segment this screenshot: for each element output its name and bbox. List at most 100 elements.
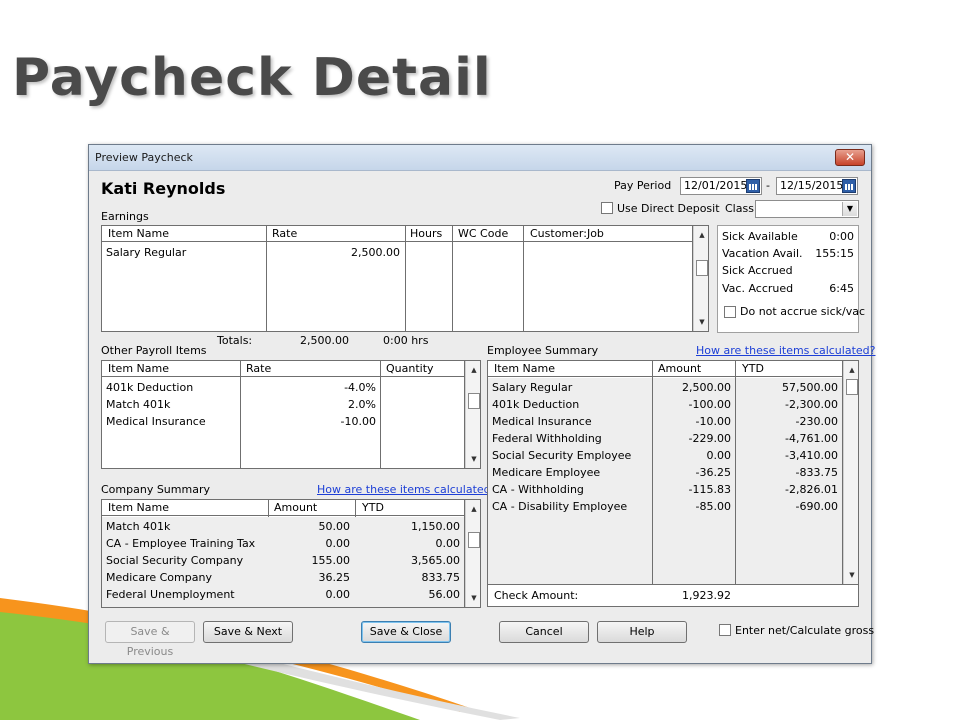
pay-period-to-value: 12/15/2015: [780, 179, 844, 192]
company-summary-scrollbar[interactable]: ▲ ▼: [465, 500, 480, 607]
employee-summary-amount: -229.00: [688, 432, 731, 445]
other-payroll-scrollbar[interactable]: ▲ ▼: [465, 361, 480, 468]
company-summary-item: Social Security Company: [106, 554, 244, 567]
no-accrue-label: Do not accrue sick/vac: [740, 305, 866, 318]
company-summary-ytd: 3,565.00: [411, 554, 460, 567]
sick-accrued-label: Sick Accrued: [722, 264, 793, 277]
vac-accrued-label: Vac. Accrued: [722, 282, 794, 295]
company-summary-table: Item Name Amount YTD Match 401k 50.00 1,…: [101, 499, 481, 608]
pay-period-separator: -: [766, 179, 770, 192]
employee-summary-ytd: -2,826.01: [785, 483, 838, 496]
vac-accrued-value: 6:45: [829, 282, 854, 295]
company-summary-calc-link[interactable]: How are these items calculated?: [317, 483, 496, 496]
employee-summary-ytd: -4,761.00: [785, 432, 838, 445]
earnings-rate[interactable]: 2,500.00: [270, 244, 400, 261]
other-payroll-item[interactable]: Medical Insurance: [106, 413, 238, 430]
company-summary-col-item-name: Item Name: [108, 501, 169, 514]
other-payroll-col-rate: Rate: [246, 362, 272, 375]
earnings-col-rate: Rate: [272, 227, 298, 240]
calendar-icon[interactable]: [746, 179, 760, 193]
earnings-totals-amount: 2,500.00: [300, 334, 349, 347]
employee-summary-header-row: Item Name Amount YTD: [488, 361, 858, 377]
sick-accrued-value: [798, 262, 854, 279]
employee-summary-amount: -36.25: [695, 466, 731, 479]
close-button[interactable]: ✕: [835, 149, 865, 166]
scroll-up-icon[interactable]: ▲: [844, 363, 858, 377]
earnings-col-hours: Hours: [410, 227, 443, 240]
no-accrue-checkbox[interactable]: [724, 306, 736, 318]
other-payroll-rate[interactable]: 2.0%: [244, 396, 376, 413]
save-next-button[interactable]: Save & Next: [203, 621, 293, 643]
scroll-down-icon[interactable]: ▼: [466, 452, 480, 466]
vacation-available-label: Vacation Avail.: [722, 247, 803, 260]
other-payroll-item[interactable]: Match 401k: [106, 396, 238, 413]
employee-summary-item: 401k Deduction: [492, 398, 580, 411]
earnings-scrollbar[interactable]: ▲ ▼: [693, 226, 708, 331]
scroll-up-icon[interactable]: ▲: [466, 363, 480, 377]
earnings-totals-label: Totals:: [217, 334, 253, 347]
company-summary-section-label: Company Summary: [101, 483, 210, 496]
employee-summary-calc-link[interactable]: How are these items calculated?: [696, 344, 875, 357]
employee-summary-item: Federal Withholding: [492, 432, 602, 445]
class-label: Class: [725, 202, 754, 215]
earnings-col-customer-job: Customer:Job: [530, 227, 604, 240]
company-summary-ytd: 833.75: [421, 571, 461, 584]
company-summary-ytd: 0.00: [435, 537, 461, 550]
scroll-up-icon[interactable]: ▲: [466, 502, 480, 516]
save-close-button[interactable]: Save & Close: [361, 621, 451, 643]
direct-deposit-checkbox[interactable]: [601, 202, 613, 214]
check-amount-label: Check Amount:: [494, 589, 579, 602]
other-payroll-rate[interactable]: -4.0%: [244, 379, 376, 396]
chevron-down-icon[interactable]: ▼: [842, 202, 857, 216]
other-payroll-item[interactable]: 401k Deduction: [106, 379, 238, 396]
calendar-icon[interactable]: [842, 179, 856, 193]
scroll-down-icon[interactable]: ▼: [844, 568, 858, 582]
company-summary-amount: 36.25: [318, 571, 351, 584]
scroll-thumb[interactable]: [468, 532, 480, 548]
earnings-col-item-name: Item Name: [108, 227, 169, 240]
earnings-item[interactable]: Salary Regular: [106, 244, 264, 261]
company-summary-amount: 0.00: [325, 537, 351, 550]
employee-name: Kati Reynolds: [101, 179, 226, 198]
other-payroll-col-quantity: Quantity: [386, 362, 434, 375]
employee-summary-amount: -10.00: [695, 415, 731, 428]
save-previous-button[interactable]: Save & Previous: [105, 621, 195, 658]
pay-period-to-input[interactable]: 12/15/2015: [776, 177, 858, 195]
employee-summary-col-ytd: YTD: [742, 362, 764, 375]
scroll-thumb[interactable]: [468, 393, 480, 409]
check-amount-row: Check Amount: 1,923.92: [488, 584, 858, 606]
preview-paycheck-window: Preview Paycheck ✕ Kati Reynolds Pay Per…: [88, 144, 875, 664]
employee-summary-amount: -85.00: [695, 500, 731, 513]
employee-summary-col-amount: Amount: [658, 362, 702, 375]
employee-summary-ytd: 57,500.00: [782, 381, 838, 394]
employee-summary-section-label: Employee Summary: [487, 344, 599, 357]
other-payroll-table: Item Name Rate Quantity 401k Deduction -…: [101, 360, 481, 469]
pay-period-from-value: 12/01/2015: [684, 179, 748, 192]
employee-summary-amount: -115.83: [688, 483, 731, 496]
employee-summary-ytd: -833.75: [795, 466, 838, 479]
enter-net-label: Enter net/Calculate gross: [735, 624, 875, 637]
class-dropdown[interactable]: ▼: [755, 200, 859, 218]
other-payroll-rate[interactable]: -10.00: [244, 413, 376, 430]
pay-period-from-input[interactable]: 12/01/2015: [680, 177, 762, 195]
employee-summary-scrollbar[interactable]: ▲ ▼: [843, 361, 858, 584]
employee-summary-ytd: -3,410.00: [785, 449, 838, 462]
enter-net-checkbox[interactable]: [719, 624, 731, 636]
employee-summary-ytd: -230.00: [795, 415, 838, 428]
scroll-thumb[interactable]: [846, 379, 858, 395]
other-payroll-section-label: Other Payroll Items: [101, 344, 207, 357]
earnings-totals-hours: 0:00 hrs: [383, 334, 429, 347]
scroll-up-icon[interactable]: ▲: [694, 228, 708, 242]
scroll-down-icon[interactable]: ▼: [694, 315, 708, 329]
employee-summary-item: Medical Insurance: [492, 415, 592, 428]
scroll-down-icon[interactable]: ▼: [466, 591, 480, 605]
window-titlebar[interactable]: Preview Paycheck ✕: [89, 145, 871, 171]
scroll-thumb[interactable]: [696, 260, 708, 276]
employee-summary-item: Social Security Employee: [492, 449, 632, 462]
slide-title: Paycheck Detail: [12, 48, 492, 108]
earnings-section-label: Earnings: [101, 210, 149, 223]
cancel-button[interactable]: Cancel: [499, 621, 589, 643]
pay-period-label: Pay Period: [614, 179, 672, 192]
employee-summary-ytd: -2,300.00: [785, 398, 838, 411]
help-button[interactable]: Help: [597, 621, 687, 643]
